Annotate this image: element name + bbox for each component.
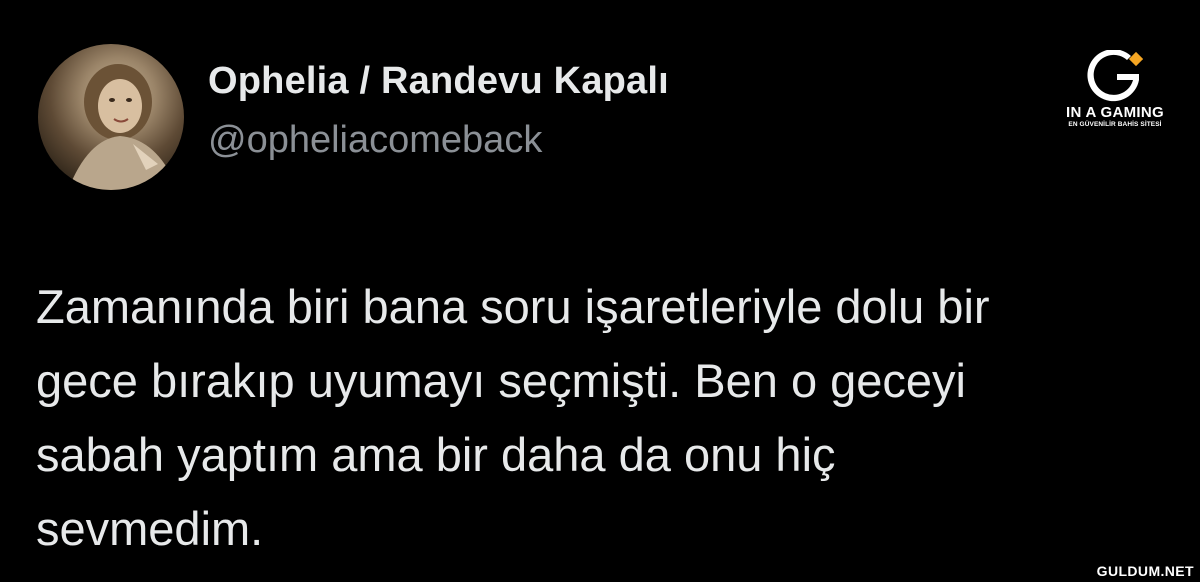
avatar-photo-icon	[68, 64, 178, 190]
tweet-text: Zamanında biri bana soru işaretleriyle d…	[36, 270, 1176, 566]
tweet-card: Ophelia / Randevu Kapalı @opheliacomebac…	[0, 0, 1200, 582]
author-handle[interactable]: @opheliacomeback	[208, 119, 542, 162]
tweet-text-line: Zamanında biri bana soru işaretleriyle d…	[36, 280, 990, 333]
brand-logo: IN A GAMING EN GÜVENİLİR BAHİS SİTESİ	[1055, 50, 1175, 145]
tweet-text-line: sabah yaptım ama bir daha da onu hiç	[36, 428, 836, 481]
avatar[interactable]	[38, 44, 184, 190]
tweet-text-line: sevmedim.	[36, 502, 264, 555]
watermark: GULDUM.NET	[1096, 563, 1194, 579]
brand-name: IN A GAMING	[1065, 104, 1165, 121]
author-display-name[interactable]: Ophelia / Randevu Kapalı	[208, 60, 669, 103]
tweet-text-line: gece bırakıp uyumayı seçmişti. Ben o gec…	[36, 354, 966, 407]
brand-g-logo-icon	[1087, 50, 1143, 102]
brand-tagline: EN GÜVENİLİR BAHİS SİTESİ	[1068, 121, 1162, 128]
